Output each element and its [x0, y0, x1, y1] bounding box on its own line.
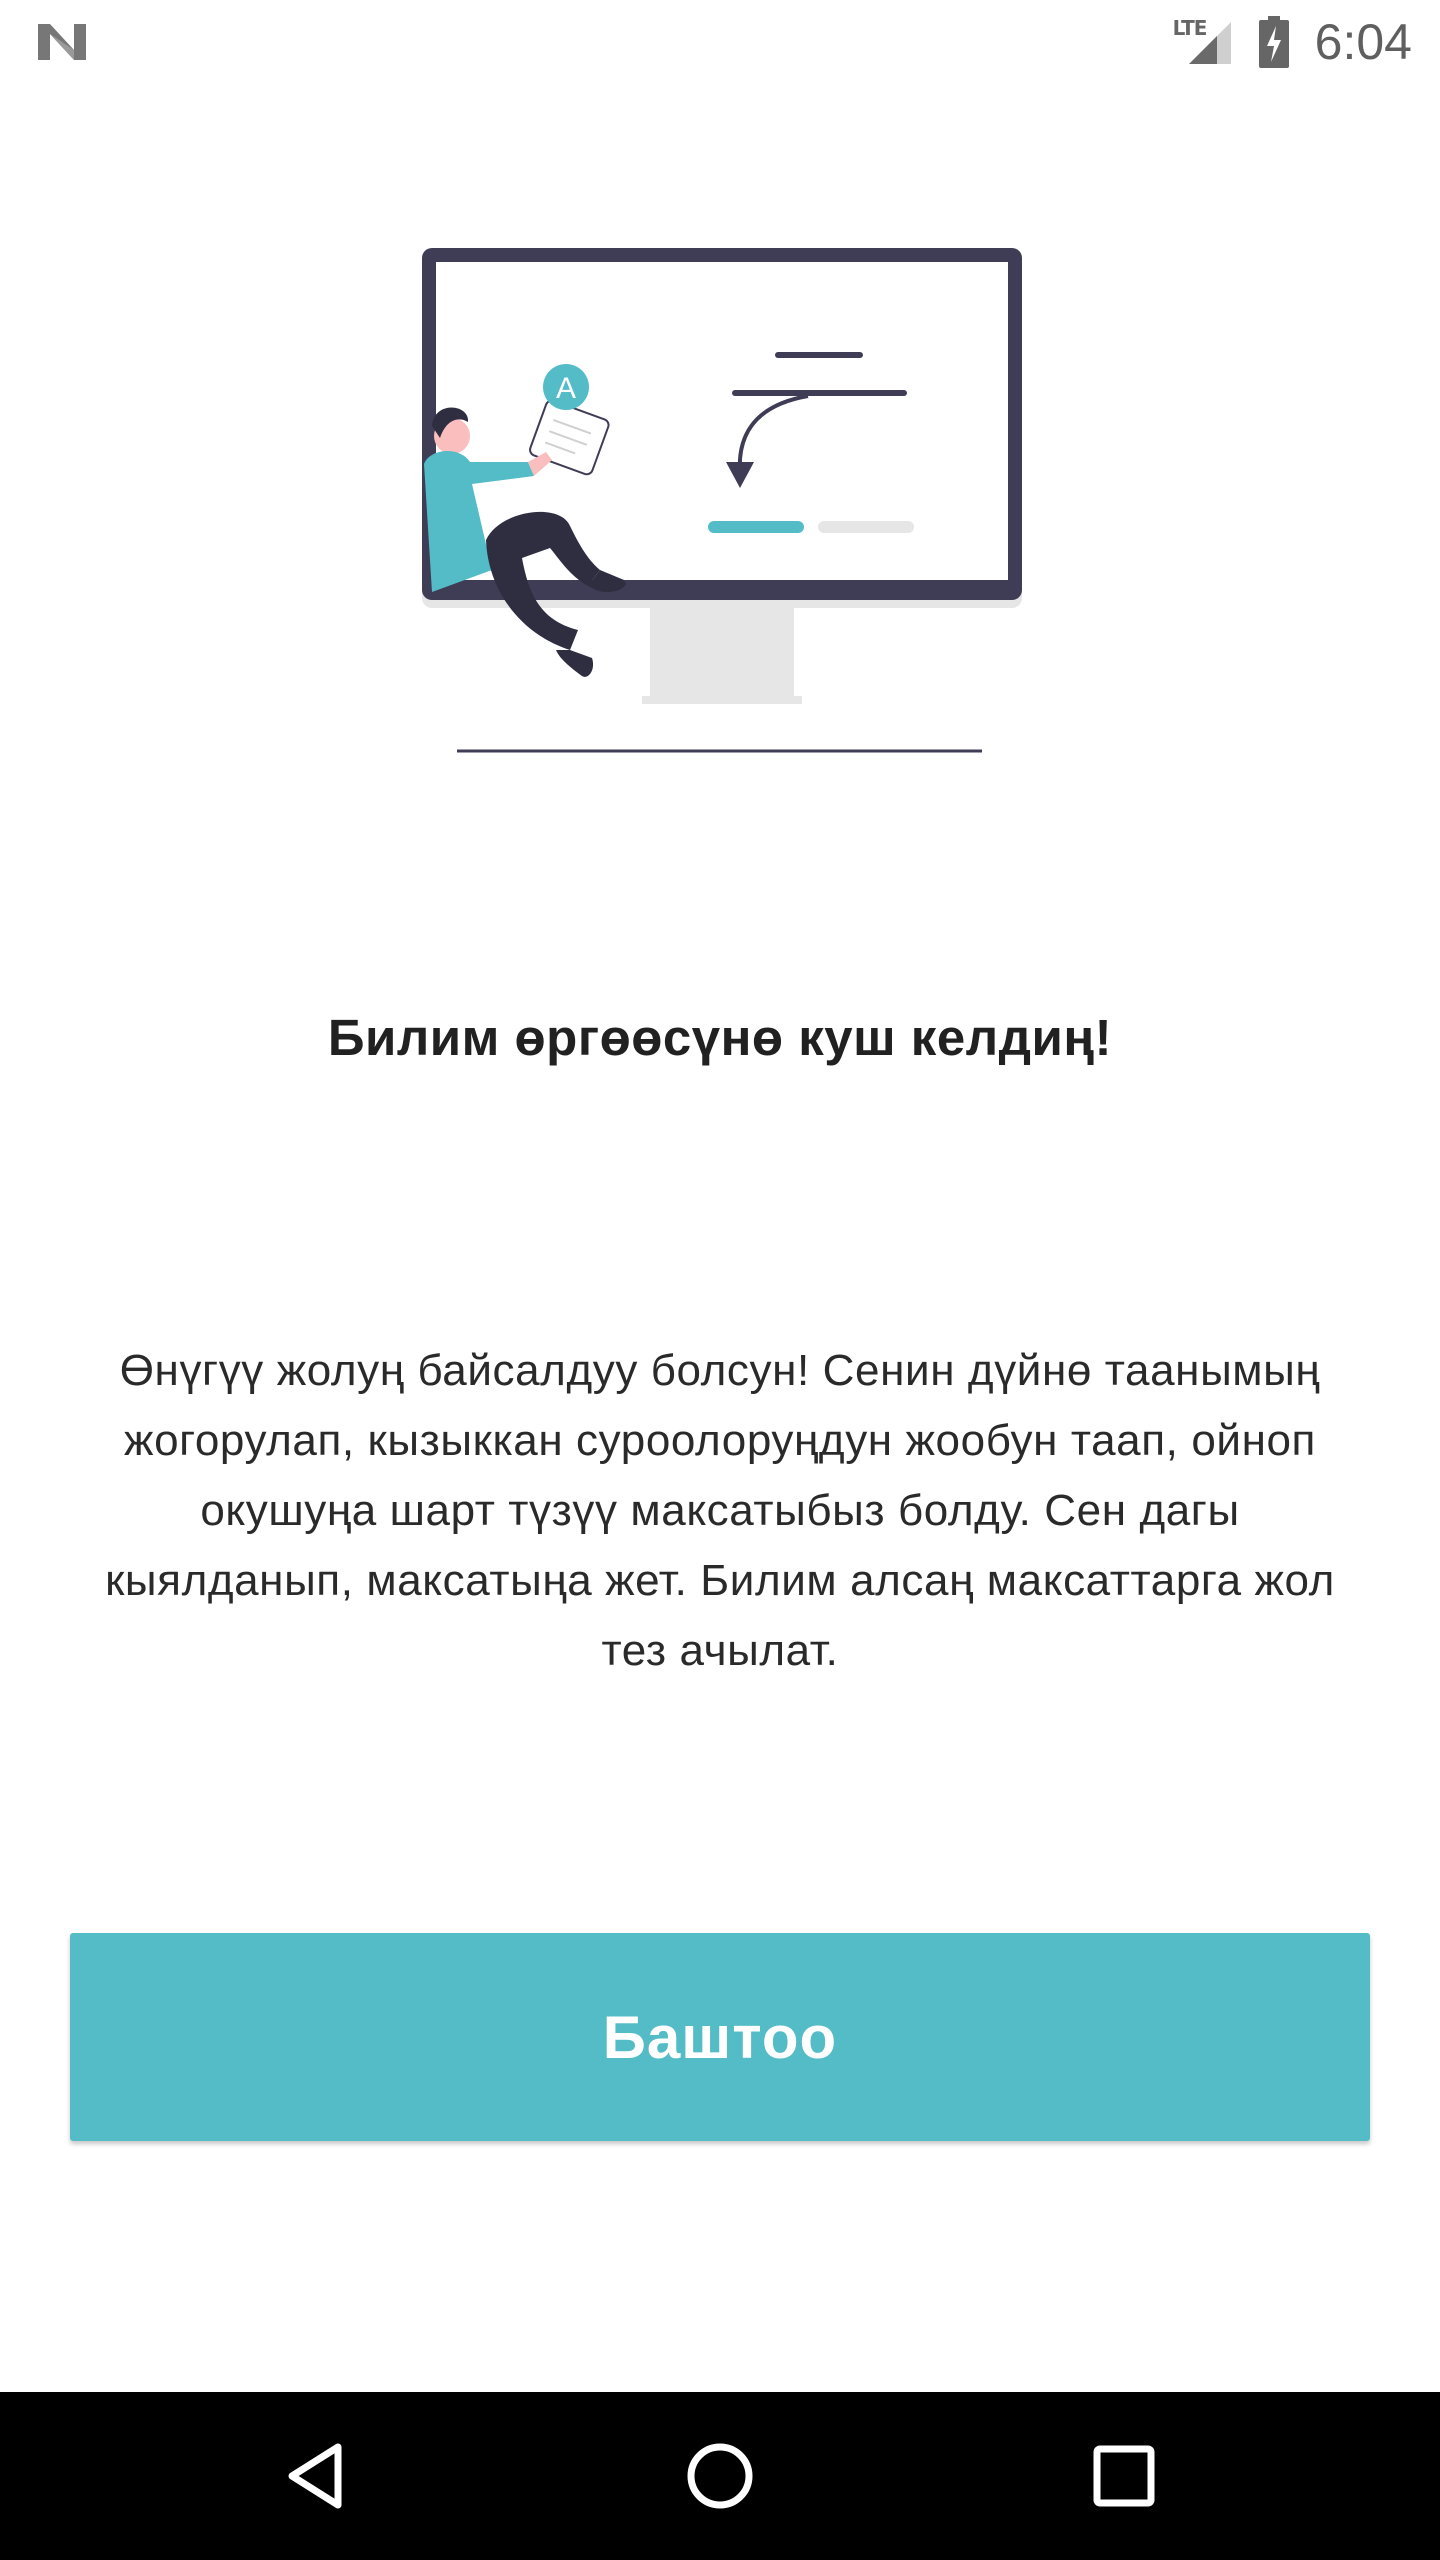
recents-icon	[1093, 2445, 1155, 2507]
welcome-screen: LTE 6:04 A Билим өргөөсүнө куш келдиң! Ө…	[0, 0, 1440, 2560]
back-button[interactable]	[266, 2426, 366, 2526]
welcome-title: Билим өргөөсүнө куш келдиң!	[327, 1009, 1113, 1066]
home-button[interactable]	[670, 2426, 770, 2526]
badge-letter: A	[556, 372, 576, 405]
person-at-monitor-illustration: A	[422, 248, 1022, 753]
recents-button[interactable]	[1074, 2426, 1174, 2526]
cell-signal-icon: LTE	[1173, 14, 1237, 70]
status-time: 6:04	[1314, 14, 1412, 70]
status-bar: LTE 6:04	[0, 0, 1440, 84]
n-notification-icon	[38, 24, 86, 60]
welcome-description: Өнүгүү жолуң байсалдуу болсун! Сенин дүй…	[105, 1346, 1335, 1675]
home-icon	[687, 2443, 753, 2509]
back-icon	[288, 2443, 342, 2509]
battery-charging-icon	[1258, 16, 1289, 68]
system-navigation-bar	[0, 2392, 1440, 2560]
status-indicators: LTE 6:04	[1173, 0, 1412, 84]
start-button[interactable]: Баштоо	[70, 1933, 1370, 2141]
